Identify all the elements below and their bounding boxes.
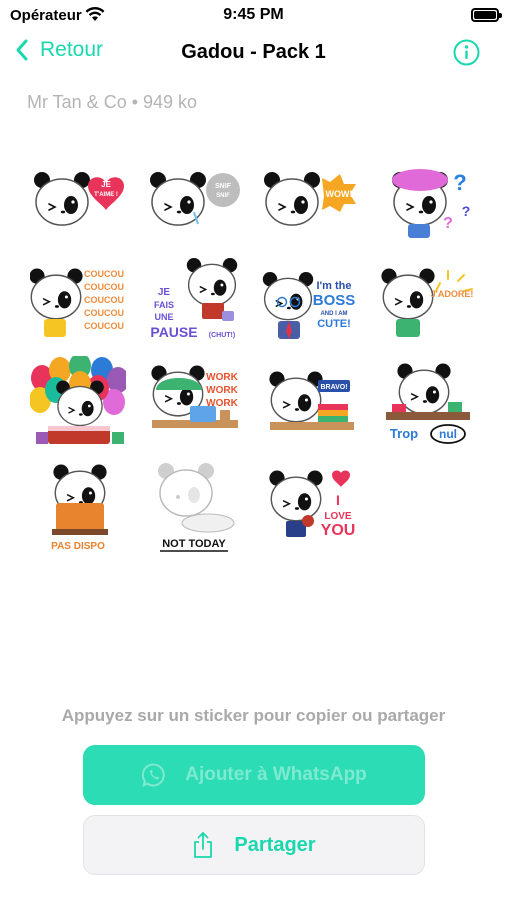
svg-text:CUTE!: CUTE! [317, 318, 351, 330]
sticker-pas-dispo[interactable]: PAS DISPO [30, 459, 126, 555]
svg-text:I: I [336, 492, 340, 508]
svg-text:FAIS: FAIS [154, 300, 174, 310]
page-title: Gadou - Pack 1 [181, 41, 326, 63]
svg-text:JE: JE [101, 180, 111, 189]
sticker-pause-image: JE FAIS UNE PAUSE (CHUT!) [150, 258, 238, 340]
svg-text:PAS DISPO: PAS DISPO [51, 541, 105, 552]
svg-text:WORK: WORK [206, 398, 238, 409]
sticker-bravo[interactable]: BRAVO! [262, 356, 358, 452]
share-label: Partager [234, 833, 316, 856]
sticker-bravo-image: BRAVO! [269, 371, 354, 430]
share-button[interactable]: Partager [83, 815, 425, 875]
svg-text:I'm the: I'm the [316, 280, 351, 292]
svg-text:COUCOU: COUCOU [84, 282, 124, 292]
svg-text:J'ADORE!: J'ADORE! [431, 289, 474, 299]
svg-text:SNIF: SNIF [215, 183, 232, 190]
instruction-text: Appuyez sur un sticker pour copier ou pa… [61, 706, 446, 725]
sticker-trop-nul-image: Trop nul [386, 363, 470, 444]
svg-text:?: ? [462, 203, 471, 219]
sticker-snif[interactable]: SNIF SNIF [146, 150, 242, 246]
svg-text:WORK: WORK [206, 385, 238, 396]
sticker-je-taime-image: JE T'AIME ! [34, 172, 124, 226]
svg-text:AND I AM: AND I AM [320, 311, 347, 317]
status-bar: Opérateur 9:45 PM [0, 0, 507, 30]
sticker-jadore[interactable]: J'ADORE! [378, 253, 474, 349]
sticker-i-love-you[interactable]: I LOVE YOU [262, 459, 358, 555]
svg-text:?: ? [453, 170, 466, 195]
svg-text:Trop: Trop [390, 426, 418, 441]
sticker-boss[interactable]: I'm the BOSS AND I AM CUTE! [262, 253, 358, 349]
svg-text:BRAVO!: BRAVO! [320, 384, 347, 391]
sticker-jadore-image: J'ADORE! [381, 268, 474, 337]
svg-text:YOU: YOU [321, 522, 356, 539]
svg-text:COUCOU: COUCOU [84, 269, 124, 279]
svg-text:BOSS: BOSS [313, 292, 356, 309]
sticker-balloons-image [29, 353, 129, 444]
svg-text:PAUSE: PAUSE [150, 324, 197, 340]
sticker-work-image: WORK WORK WORK [151, 365, 239, 428]
sticker-coucou-image: COUCOU COUCOU COUCOU COUCOU COUCOU [29, 268, 124, 337]
svg-text:nul: nul [439, 427, 457, 441]
svg-text:SNIF: SNIF [216, 193, 230, 199]
sticker-question-image: ??? [392, 169, 471, 238]
share-icon [194, 832, 213, 858]
sticker-wow[interactable]: WOW! [262, 150, 358, 246]
sticker-pause[interactable]: JE FAIS UNE PAUSE (CHUT!) [146, 253, 242, 349]
sticker-not-today[interactable]: NOT TODAY [146, 459, 242, 555]
svg-text:NOT TODAY: NOT TODAY [162, 538, 226, 550]
clock: 9:45 PM [223, 6, 284, 23]
sticker-wow-image: WOW! [264, 172, 356, 226]
sticker-snif-image: SNIF SNIF [150, 172, 240, 226]
svg-text:UNE: UNE [154, 312, 173, 322]
sticker-work[interactable]: WORK WORK WORK [146, 356, 242, 452]
sticker-je-taime[interactable]: JE T'AIME ! [30, 150, 126, 246]
sticker-i-love-you-image: I LOVEYOU [269, 470, 356, 539]
navigation-bar: Retour Gadou - Pack 1 [0, 30, 507, 76]
sticker-question[interactable]: ??? [378, 150, 474, 246]
svg-text:?: ? [443, 215, 453, 232]
add-to-whatsapp-label: Ajouter à WhatsApp [185, 764, 367, 785]
svg-text:COUCOU: COUCOU [84, 295, 124, 305]
whatsapp-icon [142, 763, 165, 787]
svg-text:COUCOU: COUCOU [84, 321, 124, 331]
sticker-coucou[interactable]: COUCOU COUCOU COUCOU COUCOU COUCOU [29, 253, 126, 349]
sticker-boss-image: I'm theBOSS AND I AMCUTE! [262, 272, 356, 339]
sticker-balloons[interactable] [29, 353, 129, 452]
svg-text:WOW!: WOW! [326, 189, 353, 199]
svg-text:LOVE: LOVE [324, 511, 352, 522]
battery-icon [471, 8, 502, 22]
add-to-whatsapp-button[interactable]: Ajouter à WhatsApp [83, 745, 425, 805]
info-icon[interactable] [453, 39, 480, 66]
svg-text:JE: JE [158, 287, 171, 298]
sticker-pas-dispo-image: PAS DISPO [51, 464, 108, 552]
svg-text:T'AIME !: T'AIME ! [94, 192, 118, 198]
sticker-trop-nul[interactable]: Trop nul [378, 356, 474, 452]
pack-meta: Mr Tan & Co • 949 ko [27, 92, 198, 112]
svg-text:WORK: WORK [206, 372, 238, 383]
svg-text:(CHUT!): (CHUT!) [209, 332, 235, 339]
sticker-not-today-image: NOT TODAY [158, 463, 235, 552]
svg-text:COUCOU: COUCOU [84, 308, 124, 318]
